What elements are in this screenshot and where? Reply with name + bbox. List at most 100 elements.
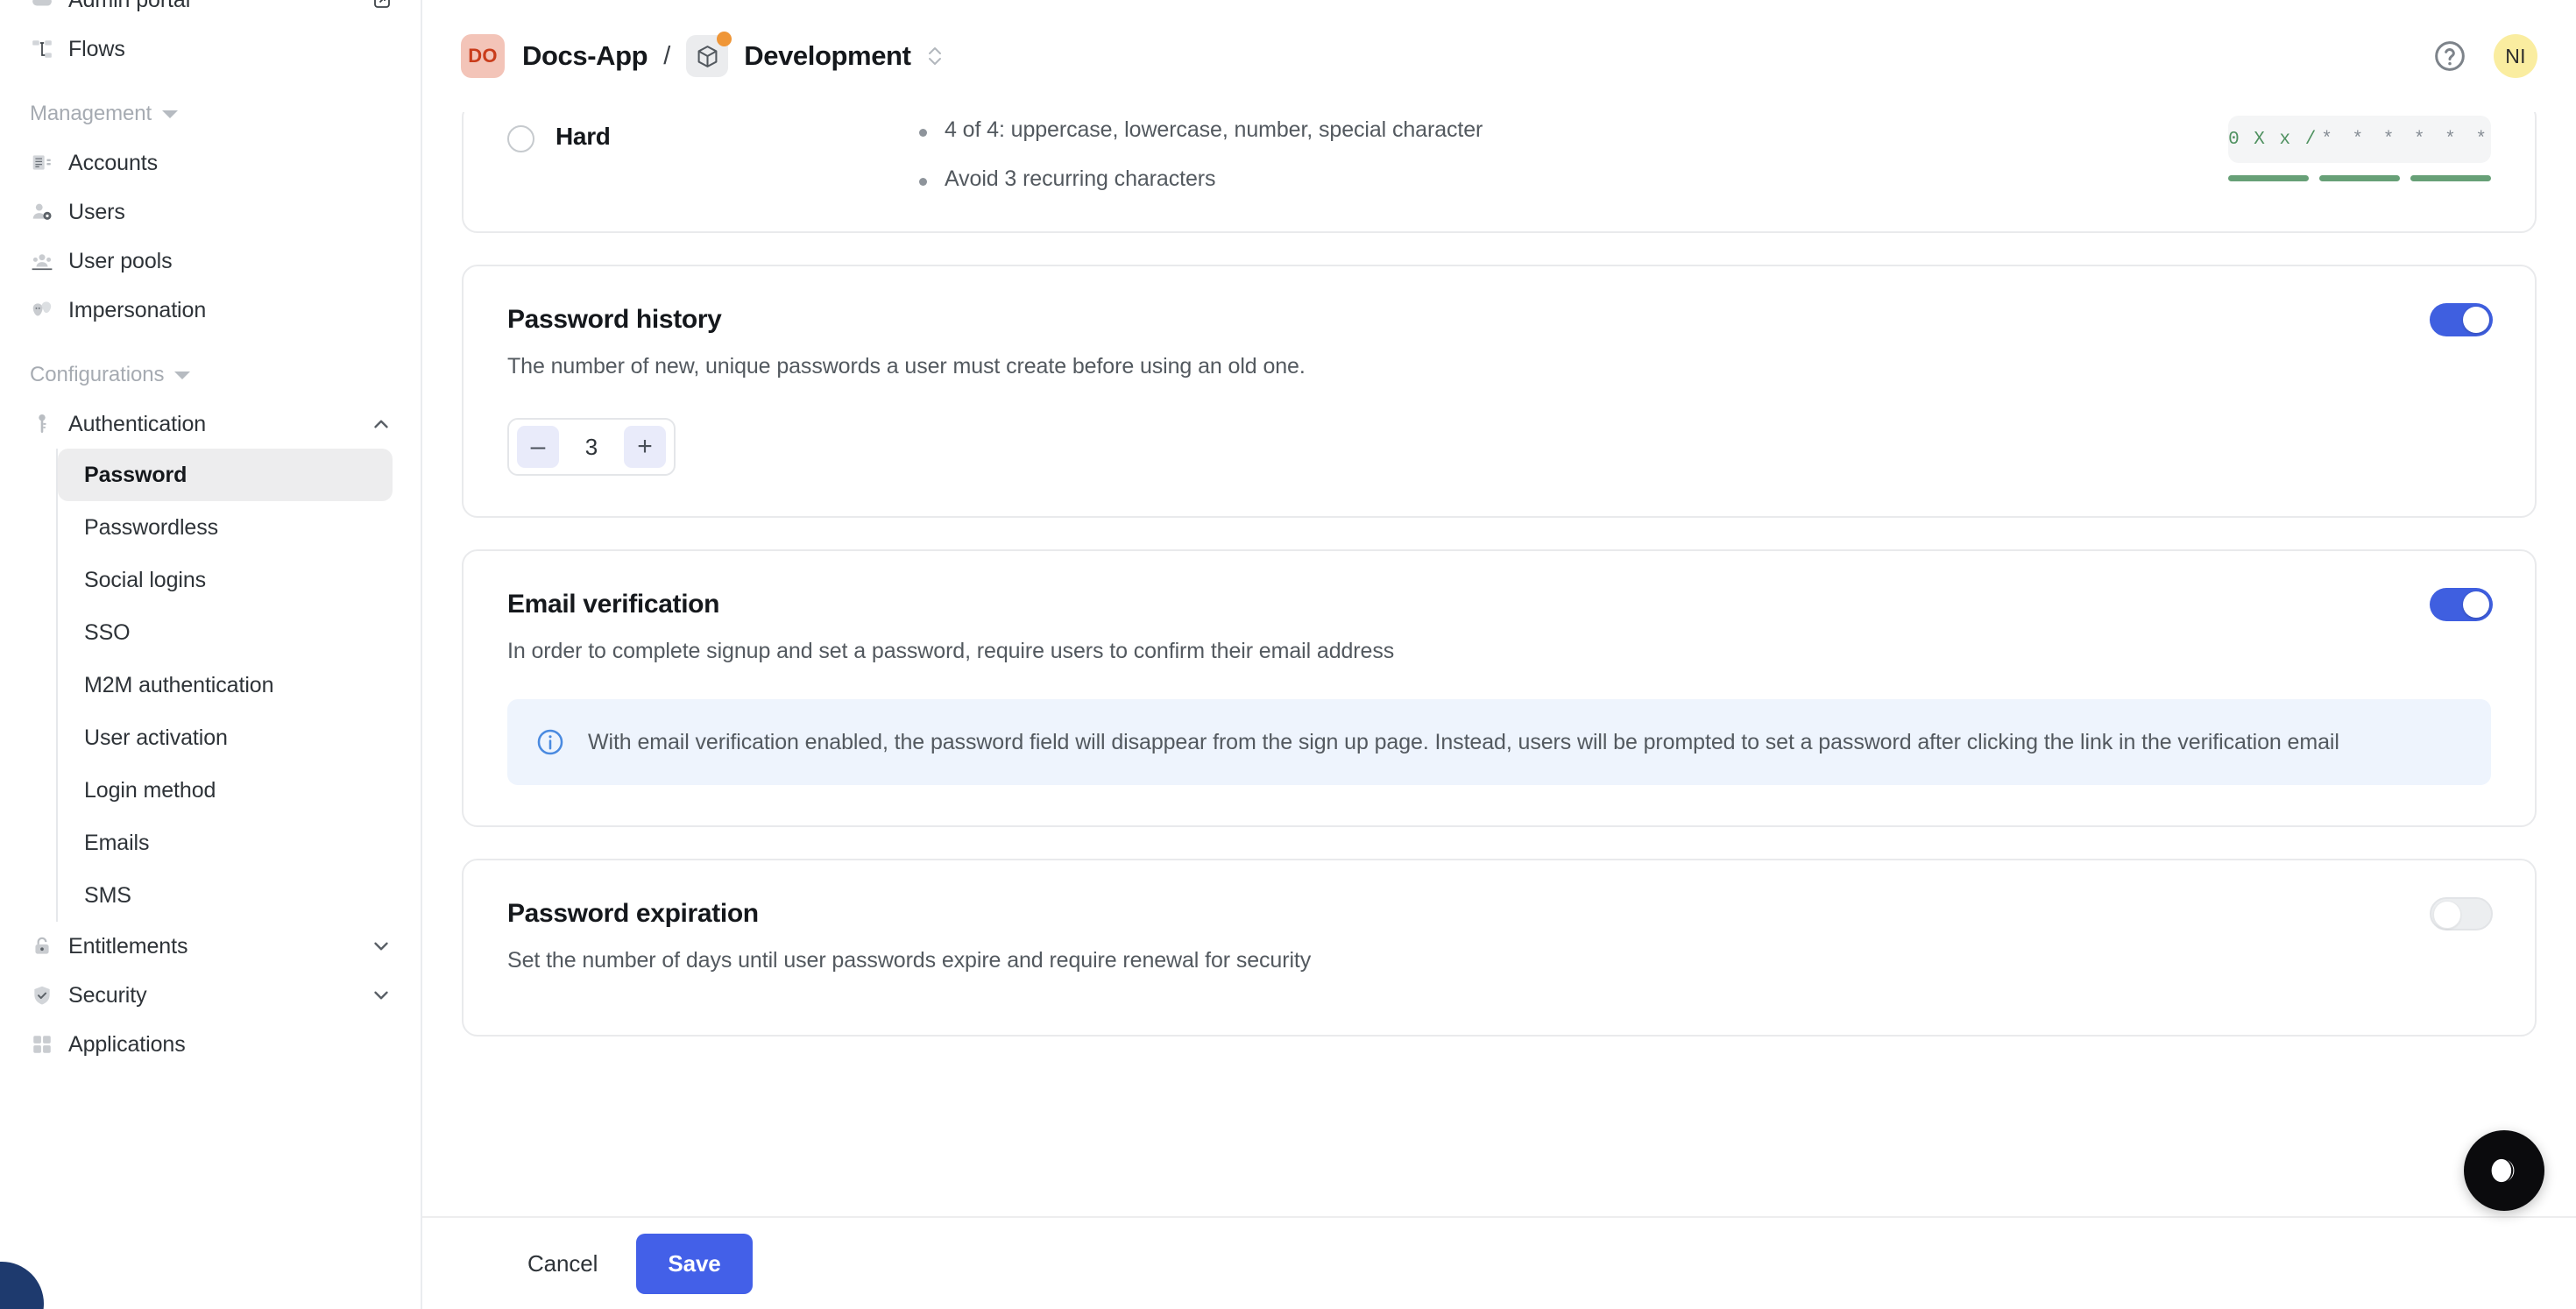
requirement-row: 4 of 4: uppercase, lowercase, number, sp… (919, 117, 2228, 143)
app-avatar-badge: DO (461, 34, 505, 78)
settings-scroll-area[interactable]: Hard 4 of 4: uppercase, lowercase, numbe… (422, 102, 2576, 1309)
sidebar-item-social-logins[interactable]: Social logins (58, 554, 393, 606)
external-link-icon (372, 0, 393, 11)
sidebar-item-security[interactable]: Security (19, 971, 405, 1020)
sidebar-item-user-activation[interactable]: User activation (58, 711, 393, 764)
sidebar-item-passwordless[interactable]: Passwordless (58, 501, 393, 554)
password-strength-card: Hard 4 of 4: uppercase, lowercase, numbe… (462, 102, 2537, 233)
sidebar-item-sms[interactable]: SMS (58, 869, 393, 922)
radio-hard[interactable] (507, 125, 534, 152)
toggle-knob (2433, 901, 2461, 929)
sidebar-item-label: Authentication (68, 412, 356, 437)
sidebar-item-m2m-authentication[interactable]: M2M authentication (58, 659, 393, 711)
password-history-title: Password history (507, 305, 2491, 335)
sidebar-item-label: Admin portal (68, 0, 357, 13)
sidebar-item-label: Entitlements (68, 934, 356, 959)
cancel-button[interactable]: Cancel (501, 1235, 624, 1293)
sidebar-item-authentication[interactable]: Authentication (19, 400, 405, 449)
toggle-knob (2463, 307, 2489, 333)
password-history-description: The number of new, unique passwords a us… (507, 354, 2491, 379)
sidebar-item-label: Accounts (68, 151, 393, 176)
bullet-icon (919, 129, 927, 137)
sidebar-item-flows[interactable]: Flows (19, 25, 405, 74)
impersonation-icon (30, 298, 54, 322)
environment-switcher-icon[interactable] (925, 42, 945, 70)
password-history-value[interactable]: 3 (585, 434, 598, 461)
requirement-text: 4 of 4: uppercase, lowercase, number, sp… (945, 117, 1483, 143)
increment-button[interactable]: + (624, 426, 666, 468)
strength-bar-segment (2410, 175, 2491, 181)
password-preview-chip: 0 X x / * * * * * * (2228, 116, 2491, 163)
sidebar-item-users[interactable]: Users (19, 188, 405, 237)
sidebar-item-label: Impersonation (68, 298, 393, 323)
toggle-knob (2463, 591, 2489, 618)
sidebar-group-management[interactable]: Management (30, 91, 405, 137)
sidebar-item-entitlements[interactable]: Entitlements (19, 922, 405, 971)
chat-support-button[interactable] (2464, 1130, 2544, 1211)
sidebar-item-sso[interactable]: SSO (58, 606, 393, 659)
chevron-down-icon (174, 371, 190, 379)
sidebar-item-label: Applications (68, 1032, 393, 1058)
topbar: DO Docs-App / Development NI (422, 0, 2576, 112)
save-button[interactable]: Save (636, 1234, 752, 1294)
email-verification-card: Email verification In order to complete … (462, 549, 2537, 827)
main-area: DO Docs-App / Development NI (422, 0, 2576, 1309)
breadcrumb: DO Docs-App / Development (461, 34, 945, 78)
sidebar-group-configurations[interactable]: Configurations (30, 352, 405, 398)
sidebar-item-applications[interactable]: Applications (19, 1020, 405, 1069)
password-expiration-card: Password expiration Set the number of da… (462, 859, 2537, 1037)
cloud-icon (30, 0, 54, 12)
sidebar-item-password[interactable]: Password (58, 449, 393, 501)
apps-icon (30, 1032, 54, 1057)
flow-icon (30, 37, 54, 61)
key-icon (30, 412, 54, 436)
requirement-text: Avoid 3 recurring characters (945, 166, 1215, 192)
password-preview-visible: 0 X x / (2228, 130, 2318, 150)
sidebar-item-impersonation[interactable]: Impersonation (19, 286, 405, 335)
password-history-card: Password history The number of new, uniq… (462, 265, 2537, 518)
password-preview-masked: * * * * * * (2321, 130, 2491, 150)
email-verification-info-alert: With email verification enabled, the pas… (507, 699, 2491, 785)
password-expiration-toggle[interactable] (2430, 897, 2493, 930)
sidebar-item-label: User pools (68, 249, 393, 274)
sidebar-item-label: Flows (68, 37, 393, 62)
bullet-icon (919, 178, 927, 186)
chevron-down-icon (162, 110, 178, 118)
environment-status-dot (717, 32, 732, 46)
decorative-corner-blob (0, 1262, 44, 1309)
password-history-toggle[interactable] (2430, 303, 2493, 336)
sidebar-item-user-pools[interactable]: User pools (19, 237, 405, 286)
breadcrumb-app-name[interactable]: Docs-App (522, 40, 648, 72)
strength-option-hard[interactable]: Hard (507, 103, 919, 231)
sidebar-scroll[interactable]: Admin portal Flows Management Accou (0, 0, 422, 1069)
chevron-down-icon (370, 984, 393, 1007)
sidebar-item-login-method[interactable]: Login method (58, 764, 393, 817)
strength-option-label: Hard (556, 123, 611, 151)
password-history-stepper: – 3 + (507, 418, 676, 476)
help-circle-icon[interactable] (2432, 39, 2467, 74)
lock-icon (30, 934, 54, 959)
chevron-down-icon (370, 935, 393, 958)
user-avatar[interactable]: NI (2494, 34, 2537, 78)
sidebar: Admin portal Flows Management Accou (0, 0, 422, 1309)
decrement-button[interactable]: – (517, 426, 559, 468)
password-strength-bars (2228, 175, 2491, 181)
sidebar-auth-sublist: Password Passwordless Social logins SSO … (56, 449, 422, 922)
email-verification-toggle[interactable] (2430, 588, 2493, 621)
app-root: Admin portal Flows Management Accou (0, 0, 2576, 1309)
sidebar-item-emails[interactable]: Emails (58, 817, 393, 869)
breadcrumb-environment[interactable]: Development (744, 40, 910, 72)
sidebar-item-label: Users (68, 200, 393, 225)
user-pools-icon (30, 249, 54, 273)
password-expiration-title: Password expiration (507, 899, 2491, 929)
password-preview: 0 X x / * * * * * * (2228, 103, 2491, 231)
strength-requirements: 4 of 4: uppercase, lowercase, number, sp… (919, 103, 2228, 231)
sidebar-item-accounts[interactable]: Accounts (19, 138, 405, 188)
sidebar-item-admin-portal[interactable]: Admin portal (19, 0, 405, 25)
sidebar-item-label: Security (68, 983, 356, 1008)
accounts-icon (30, 151, 54, 175)
users-icon (30, 200, 54, 224)
topbar-actions: NI (2432, 34, 2537, 78)
strength-bar-segment (2319, 175, 2400, 181)
info-circle-icon (535, 727, 565, 757)
